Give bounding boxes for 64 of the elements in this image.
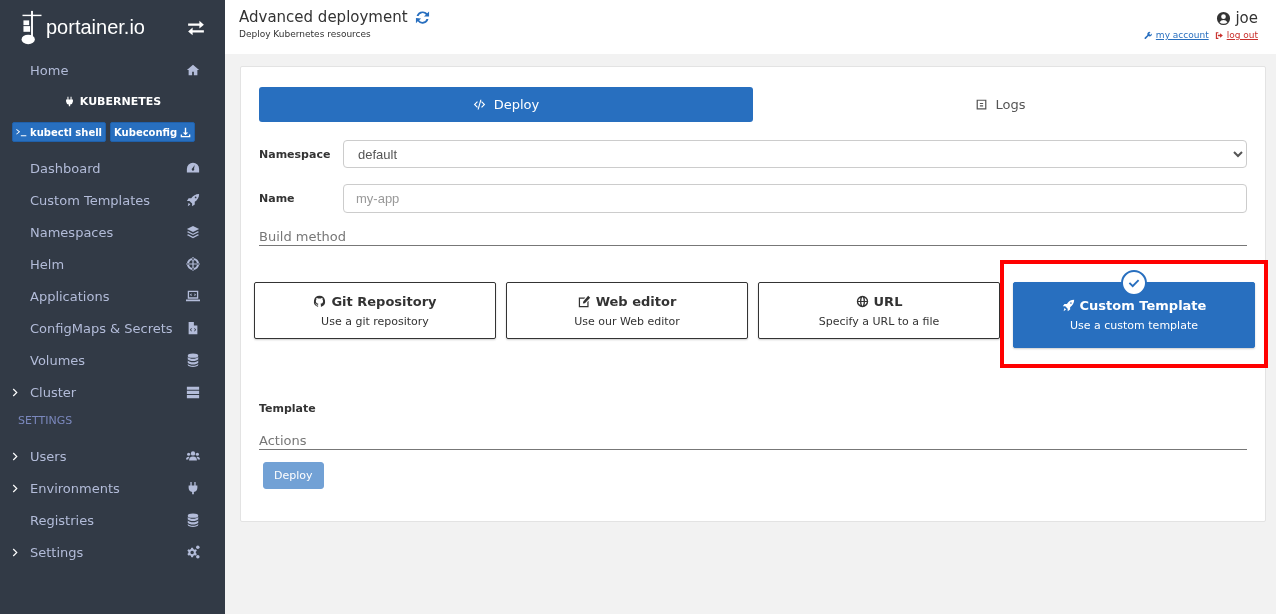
document-icon bbox=[974, 98, 988, 111]
field-label: Template bbox=[259, 402, 317, 415]
rocket-icon bbox=[1061, 299, 1075, 312]
build-method-option[interactable]: Web editor Use our Web editor bbox=[506, 282, 748, 339]
user-icon bbox=[1216, 10, 1232, 26]
db-icon bbox=[186, 513, 200, 527]
page-subtitle: Deploy Kubernetes resources bbox=[239, 29, 372, 39]
code-icon bbox=[472, 98, 486, 111]
cogs-icon bbox=[186, 545, 200, 559]
crane-logo-icon bbox=[20, 9, 44, 47]
globe-icon bbox=[855, 294, 869, 308]
username: joe bbox=[1235, 9, 1258, 27]
helm-icon bbox=[186, 257, 200, 271]
laptop-icon bbox=[186, 289, 200, 303]
nav-item[interactable]: Environments bbox=[0, 472, 225, 504]
users-icon bbox=[186, 449, 200, 463]
db-icon bbox=[186, 353, 200, 367]
name-input[interactable]: my-app bbox=[343, 184, 1247, 213]
section-title: Actions bbox=[259, 433, 1247, 450]
sign-out-icon bbox=[1214, 30, 1224, 40]
page-title: Advanced deployment bbox=[239, 8, 408, 26]
nav-item[interactable]: Dashboard bbox=[0, 152, 225, 184]
log-out-link[interactable]: log out bbox=[1226, 30, 1258, 40]
github-icon bbox=[313, 294, 327, 308]
gauge-icon bbox=[186, 161, 200, 175]
plug-icon bbox=[63, 95, 75, 107]
plug-icon bbox=[186, 481, 200, 495]
section-title: Build method bbox=[259, 229, 1247, 246]
kubectl-shell-button[interactable]: kubectl shell bbox=[12, 122, 107, 142]
build-method-option[interactable]: Git Repository Use a git repository bbox=[254, 282, 496, 339]
kubeconfig-button[interactable]: Kubeconfig bbox=[110, 122, 196, 142]
home-icon bbox=[186, 63, 200, 77]
nav-item[interactable]: Home bbox=[0, 54, 225, 86]
nav-item[interactable]: Cluster bbox=[0, 376, 225, 408]
swap-icon[interactable] bbox=[187, 19, 205, 37]
refresh-icon[interactable] bbox=[414, 9, 430, 25]
nav-item[interactable]: Users bbox=[0, 440, 225, 472]
download-icon bbox=[180, 126, 192, 138]
check-icon bbox=[1121, 270, 1147, 296]
field-label: Namespace bbox=[259, 147, 332, 161]
wrench-icon bbox=[1143, 30, 1153, 40]
terminal-icon bbox=[16, 126, 27, 138]
file-icon bbox=[186, 321, 200, 335]
nav-item[interactable]: ConfigMaps & Secrets bbox=[0, 312, 225, 344]
tab[interactable]: Deploy bbox=[259, 87, 753, 122]
build-method-option[interactable]: URL Specify a URL to a file bbox=[758, 282, 1000, 339]
rocket-icon bbox=[186, 193, 200, 207]
environment-name: KUBERNETES bbox=[79, 94, 162, 108]
logo-text: portainer.io bbox=[46, 16, 145, 40]
build-method-option[interactable]: Custom Template Use a custom template bbox=[1013, 282, 1255, 348]
edit-icon bbox=[577, 294, 591, 308]
nav-item[interactable]: Settings bbox=[0, 536, 225, 568]
layers-icon bbox=[186, 225, 200, 239]
nav-item[interactable]: Custom Templates bbox=[0, 184, 225, 216]
nav-item[interactable]: Volumes bbox=[0, 344, 225, 376]
my-account-link[interactable]: my account bbox=[1155, 30, 1209, 40]
nav-item[interactable]: Namespaces bbox=[0, 216, 225, 248]
namespace-select[interactable]: default bbox=[343, 140, 1247, 168]
nav-item[interactable]: Registries bbox=[0, 504, 225, 536]
field-label: Name bbox=[259, 192, 296, 205]
nav-item[interactable]: Helm bbox=[0, 248, 225, 280]
section-heading: SETTINGS bbox=[17, 413, 74, 429]
nav-item[interactable]: Applications bbox=[0, 280, 225, 312]
server-icon bbox=[186, 385, 200, 399]
